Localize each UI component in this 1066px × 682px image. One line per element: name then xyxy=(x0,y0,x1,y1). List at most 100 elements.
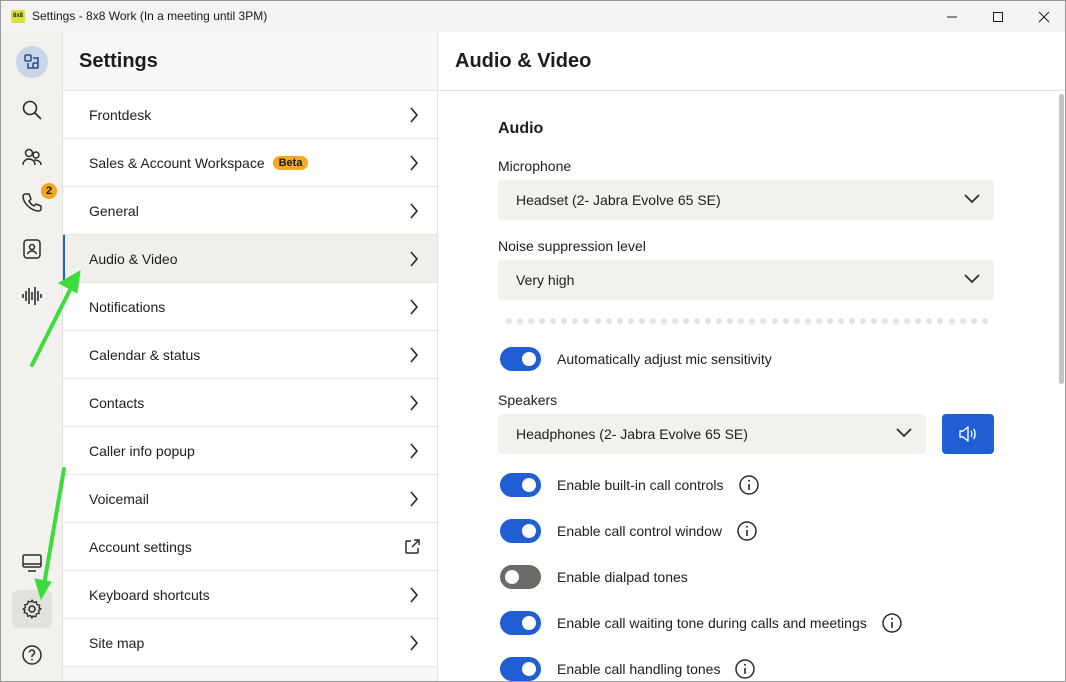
meter-dot xyxy=(550,318,557,324)
meter-dot xyxy=(528,318,535,324)
meter-dot xyxy=(738,318,745,324)
audio-video-panel: Audio & Video Audio Microphone Headset (… xyxy=(438,32,1065,681)
title-bar: 8x8 Settings - 8x8 Work (In a meeting un… xyxy=(1,1,1065,32)
contacts-icon xyxy=(22,148,42,166)
chevron-right-icon xyxy=(410,587,419,603)
rail-desktop[interactable] xyxy=(12,544,52,582)
call-handling-toggle[interactable] xyxy=(500,657,541,681)
phone-icon xyxy=(22,193,42,212)
meter-dot xyxy=(793,318,800,324)
toggle-row-dialpad-tones: Enable dialpad tones xyxy=(500,564,688,590)
auto-adjust-toggle[interactable] xyxy=(500,347,541,371)
nav-item-label: Notifications xyxy=(89,298,166,315)
nav-item-keyboard-shortcuts[interactable]: Keyboard shortcuts xyxy=(63,571,437,619)
chevron-down-icon xyxy=(964,194,980,204)
settings-nav: Settings Frontdesk Sales & Account Works… xyxy=(63,32,438,681)
speakers-select[interactable]: Headphones (2- Jabra Evolve 65 SE) xyxy=(498,414,926,454)
rail-directory[interactable] xyxy=(12,230,52,268)
meter-dot xyxy=(749,318,756,324)
microphone-select[interactable]: Headset (2- Jabra Evolve 65 SE) xyxy=(498,180,994,220)
chevron-down-icon xyxy=(964,274,980,284)
meter-dot xyxy=(981,318,988,324)
nav-item-account-settings[interactable]: Account settings xyxy=(63,523,437,571)
toggle-label: Enable dialpad tones xyxy=(557,569,688,585)
dialpad-tones-toggle[interactable] xyxy=(500,565,541,589)
page-title: Audio & Video xyxy=(438,32,1065,91)
chevron-right-icon xyxy=(410,443,419,459)
meter-dot xyxy=(716,318,723,324)
meter-dot xyxy=(727,318,734,324)
chevron-down-icon xyxy=(896,428,912,438)
chevron-right-icon xyxy=(410,395,419,411)
meter-dot xyxy=(904,318,911,324)
test-speaker-button[interactable] xyxy=(942,414,994,454)
meter-dot xyxy=(915,318,922,324)
nav-item-label: Keyboard shortcuts xyxy=(89,586,210,603)
nav-item-label: Voicemail xyxy=(89,490,149,507)
nav-item-sales-workspace[interactable]: Sales & Account Workspace Beta xyxy=(63,139,437,187)
nav-item-notifications[interactable]: Notifications xyxy=(63,283,437,331)
nav-item-label: Calendar & status xyxy=(89,346,201,363)
nav-item-general[interactable]: General xyxy=(63,187,437,235)
call-window-toggle[interactable] xyxy=(500,519,541,543)
info-icon[interactable] xyxy=(736,520,758,542)
nav-item-label: Sales & Account Workspace xyxy=(89,154,265,171)
meter-dot xyxy=(694,318,701,324)
meter-dot xyxy=(561,318,568,324)
meter-dot xyxy=(826,318,833,324)
call-controls-toggle[interactable] xyxy=(500,473,541,497)
meter-dot xyxy=(705,318,712,324)
nav-item-contacts[interactable]: Contacts xyxy=(63,379,437,427)
rail-search[interactable] xyxy=(12,91,52,129)
meter-dot xyxy=(638,318,645,324)
maximize-icon xyxy=(993,11,1003,22)
toggle-label: Enable call waiting tone during calls an… xyxy=(557,615,867,631)
meter-dot xyxy=(893,318,900,324)
chevron-right-icon xyxy=(410,155,419,171)
close-icon xyxy=(1038,11,1050,22)
microphone-value: Headset (2- Jabra Evolve 65 SE) xyxy=(516,192,721,208)
nav-item-label: Contacts xyxy=(89,394,145,411)
toggle-label: Enable call control window xyxy=(557,523,722,539)
voice-activity-icon xyxy=(22,287,42,305)
scrollbar[interactable] xyxy=(1059,94,1064,384)
toggle-row-call-handling: Enable call handling tones xyxy=(500,656,756,681)
meter-dot xyxy=(815,318,822,324)
rail-settings[interactable] xyxy=(12,590,52,628)
call-waiting-toggle[interactable] xyxy=(500,611,541,635)
beta-badge: Beta xyxy=(272,155,309,170)
rail-calls[interactable]: 2 xyxy=(12,183,57,221)
nav-item-caller-info-popup[interactable]: Caller info popup xyxy=(63,427,437,475)
rail-help[interactable] xyxy=(12,636,52,674)
nav-item-frontdesk[interactable]: Frontdesk xyxy=(63,91,437,139)
rail-voice[interactable] xyxy=(12,277,52,315)
speakers-label: Speakers xyxy=(498,392,558,408)
nav-item-calendar-status[interactable]: Calendar & status xyxy=(63,331,437,379)
app-logo: 8x8 xyxy=(11,10,25,23)
search-icon xyxy=(22,100,42,120)
nav-item-voicemail[interactable]: Voicemail xyxy=(63,475,437,523)
nav-item-label: General xyxy=(89,202,139,219)
toggle-label: Enable built-in call controls xyxy=(557,477,724,493)
noise-suppression-select[interactable]: Very high xyxy=(498,260,994,300)
chevron-right-icon xyxy=(410,203,419,219)
minimize-button[interactable] xyxy=(929,1,975,32)
settings-nav-list: Frontdesk Sales & Account Workspace Beta… xyxy=(63,91,437,667)
nav-item-site-map[interactable]: Site map xyxy=(63,619,437,667)
info-icon[interactable] xyxy=(734,658,756,680)
mic-level-meter xyxy=(506,318,988,326)
rail-home[interactable] xyxy=(12,43,52,81)
auto-adjust-label: Automatically adjust mic sensitivity xyxy=(557,351,772,367)
meter-dot xyxy=(882,318,889,324)
meter-dot xyxy=(937,318,944,324)
close-button[interactable] xyxy=(1021,1,1065,32)
rail-contacts[interactable] xyxy=(12,138,52,176)
noise-suppression-value: Very high xyxy=(516,272,575,288)
info-icon[interactable] xyxy=(738,474,760,496)
meter-dot xyxy=(782,318,789,324)
meter-dot xyxy=(517,318,524,324)
maximize-button[interactable] xyxy=(975,1,1021,32)
info-icon[interactable] xyxy=(881,612,903,634)
nav-item-audio-video[interactable]: Audio & Video xyxy=(63,235,437,283)
microphone-label: Microphone xyxy=(498,158,572,174)
